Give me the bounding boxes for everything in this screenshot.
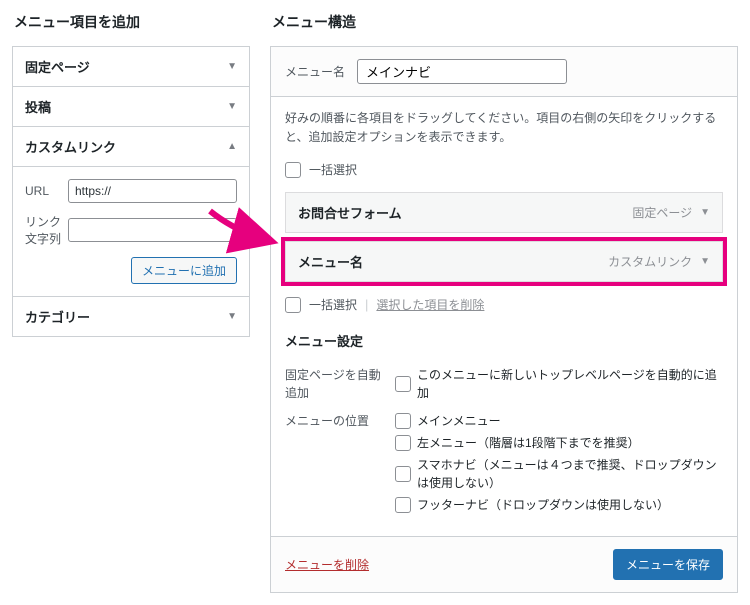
auto-add-text: このメニューに新しいトップレベルページを自動的に追加 xyxy=(417,366,723,402)
chevron-down-icon: ▼ xyxy=(227,101,237,112)
accordion-posts[interactable]: 投稿 ▼ xyxy=(13,87,249,126)
auto-add-label: 固定ページを自動追加 xyxy=(285,366,395,406)
location-checkbox-sp[interactable] xyxy=(395,466,411,482)
link-text-label: リンク文字列 xyxy=(25,213,62,247)
panel-body: 好みの順番に各項目をドラッグしてください。項目の右側の矢印をクリックすると、追加… xyxy=(271,97,737,536)
help-text: 好みの順番に各項目をドラッグしてください。項目の右側の矢印をクリックすると、追加… xyxy=(285,109,723,147)
panel-header: メニュー名 xyxy=(271,47,737,97)
chevron-down-icon: ▼ xyxy=(227,61,237,72)
accordion-pages[interactable]: 固定ページ ▼ xyxy=(13,47,249,86)
sidebar-title: メニュー項目を追加 xyxy=(14,12,250,32)
location-checkbox-footer[interactable] xyxy=(395,497,411,513)
location-sp: スマホナビ（メニューは４つまで推奨、ドロップダウンは使用しない） xyxy=(417,456,723,492)
menu-settings-title: メニュー設定 xyxy=(285,331,723,350)
menu-items-list: お問合せフォーム 固定ページ ▼ メニュー名 カスタムリンク ▼ xyxy=(285,192,723,282)
location-checkbox-left[interactable] xyxy=(395,435,411,451)
url-label: URL xyxy=(25,184,62,198)
menu-item-title: メニュー名 xyxy=(298,252,363,271)
location-label: メニューの位置 xyxy=(285,412,395,518)
accordion-custom-link-label: カスタムリンク xyxy=(25,137,116,156)
accordion: 固定ページ ▼ 投稿 ▼ カスタムリンク ▲ URL xyxy=(12,46,250,337)
accordion-custom-link[interactable]: カスタムリンク ▲ xyxy=(13,127,249,166)
bulk-select-label-bottom: 一括選択 xyxy=(309,296,357,313)
auto-add-checkbox[interactable] xyxy=(395,376,411,392)
bulk-select-checkbox-top[interactable] xyxy=(285,162,301,178)
menu-item[interactable]: お問合せフォーム 固定ページ ▼ xyxy=(285,192,723,233)
save-menu-button[interactable]: メニューを保存 xyxy=(613,549,723,580)
menu-panel: メニュー名 好みの順番に各項目をドラッグしてください。項目の右側の矢印をクリック… xyxy=(270,46,738,593)
menu-item-type: カスタムリンク xyxy=(608,253,692,270)
menu-settings: 固定ページを自動追加 このメニューに新しいトップレベルページを自動的に追加 メニ… xyxy=(285,360,723,524)
locations-list: メインメニュー 左メニュー（階層は1段階下までを推奨） スマホナビ（メニューは４… xyxy=(395,412,723,518)
menu-structure-panel: メニュー構造 メニュー名 好みの順番に各項目をドラッグしてください。項目の右側の… xyxy=(270,8,738,593)
location-left: 左メニュー（階層は1段階下までを推奨） xyxy=(417,434,640,452)
bulk-select-checkbox-bottom[interactable] xyxy=(285,297,301,313)
custom-link-text-input[interactable] xyxy=(68,218,237,242)
add-menu-items-sidebar: メニュー項目を追加 固定ページ ▼ 投稿 ▼ カスタムリンク ▲ xyxy=(12,8,250,593)
location-footer: フッターナビ（ドロップダウンは使用しない） xyxy=(417,496,669,514)
menu-item-title: お問合せフォーム xyxy=(298,203,402,222)
menu-name-label: メニュー名 xyxy=(285,63,345,80)
chevron-down-icon: ▼ xyxy=(227,311,237,322)
menu-name-input[interactable] xyxy=(357,59,567,84)
accordion-categories[interactable]: カテゴリー ▼ xyxy=(13,297,249,336)
chevron-down-icon[interactable]: ▼ xyxy=(700,256,710,267)
structure-title: メニュー構造 xyxy=(272,12,738,32)
location-checkbox-main[interactable] xyxy=(395,413,411,429)
menu-item-highlighted[interactable]: メニュー名 カスタムリンク ▼ xyxy=(285,241,723,282)
separator: | xyxy=(365,297,368,312)
chevron-up-icon: ▲ xyxy=(227,141,237,152)
custom-link-body: URL リンク文字列 メニューに追加 xyxy=(13,166,249,296)
chevron-down-icon[interactable]: ▼ xyxy=(700,207,710,218)
custom-link-url-input[interactable] xyxy=(68,179,237,203)
location-main: メインメニュー xyxy=(417,412,501,430)
bulk-select-label-top: 一括選択 xyxy=(309,161,357,178)
accordion-categories-label: カテゴリー xyxy=(25,307,90,326)
accordion-posts-label: 投稿 xyxy=(25,97,51,116)
accordion-pages-label: 固定ページ xyxy=(25,57,90,76)
panel-footer: メニューを削除 メニューを保存 xyxy=(271,536,737,592)
delete-selected-link[interactable]: 選択した項目を削除 xyxy=(376,296,484,313)
menu-item-type: 固定ページ xyxy=(632,204,692,221)
add-to-menu-button[interactable]: メニューに追加 xyxy=(131,257,237,284)
delete-menu-link[interactable]: メニューを削除 xyxy=(285,556,369,573)
